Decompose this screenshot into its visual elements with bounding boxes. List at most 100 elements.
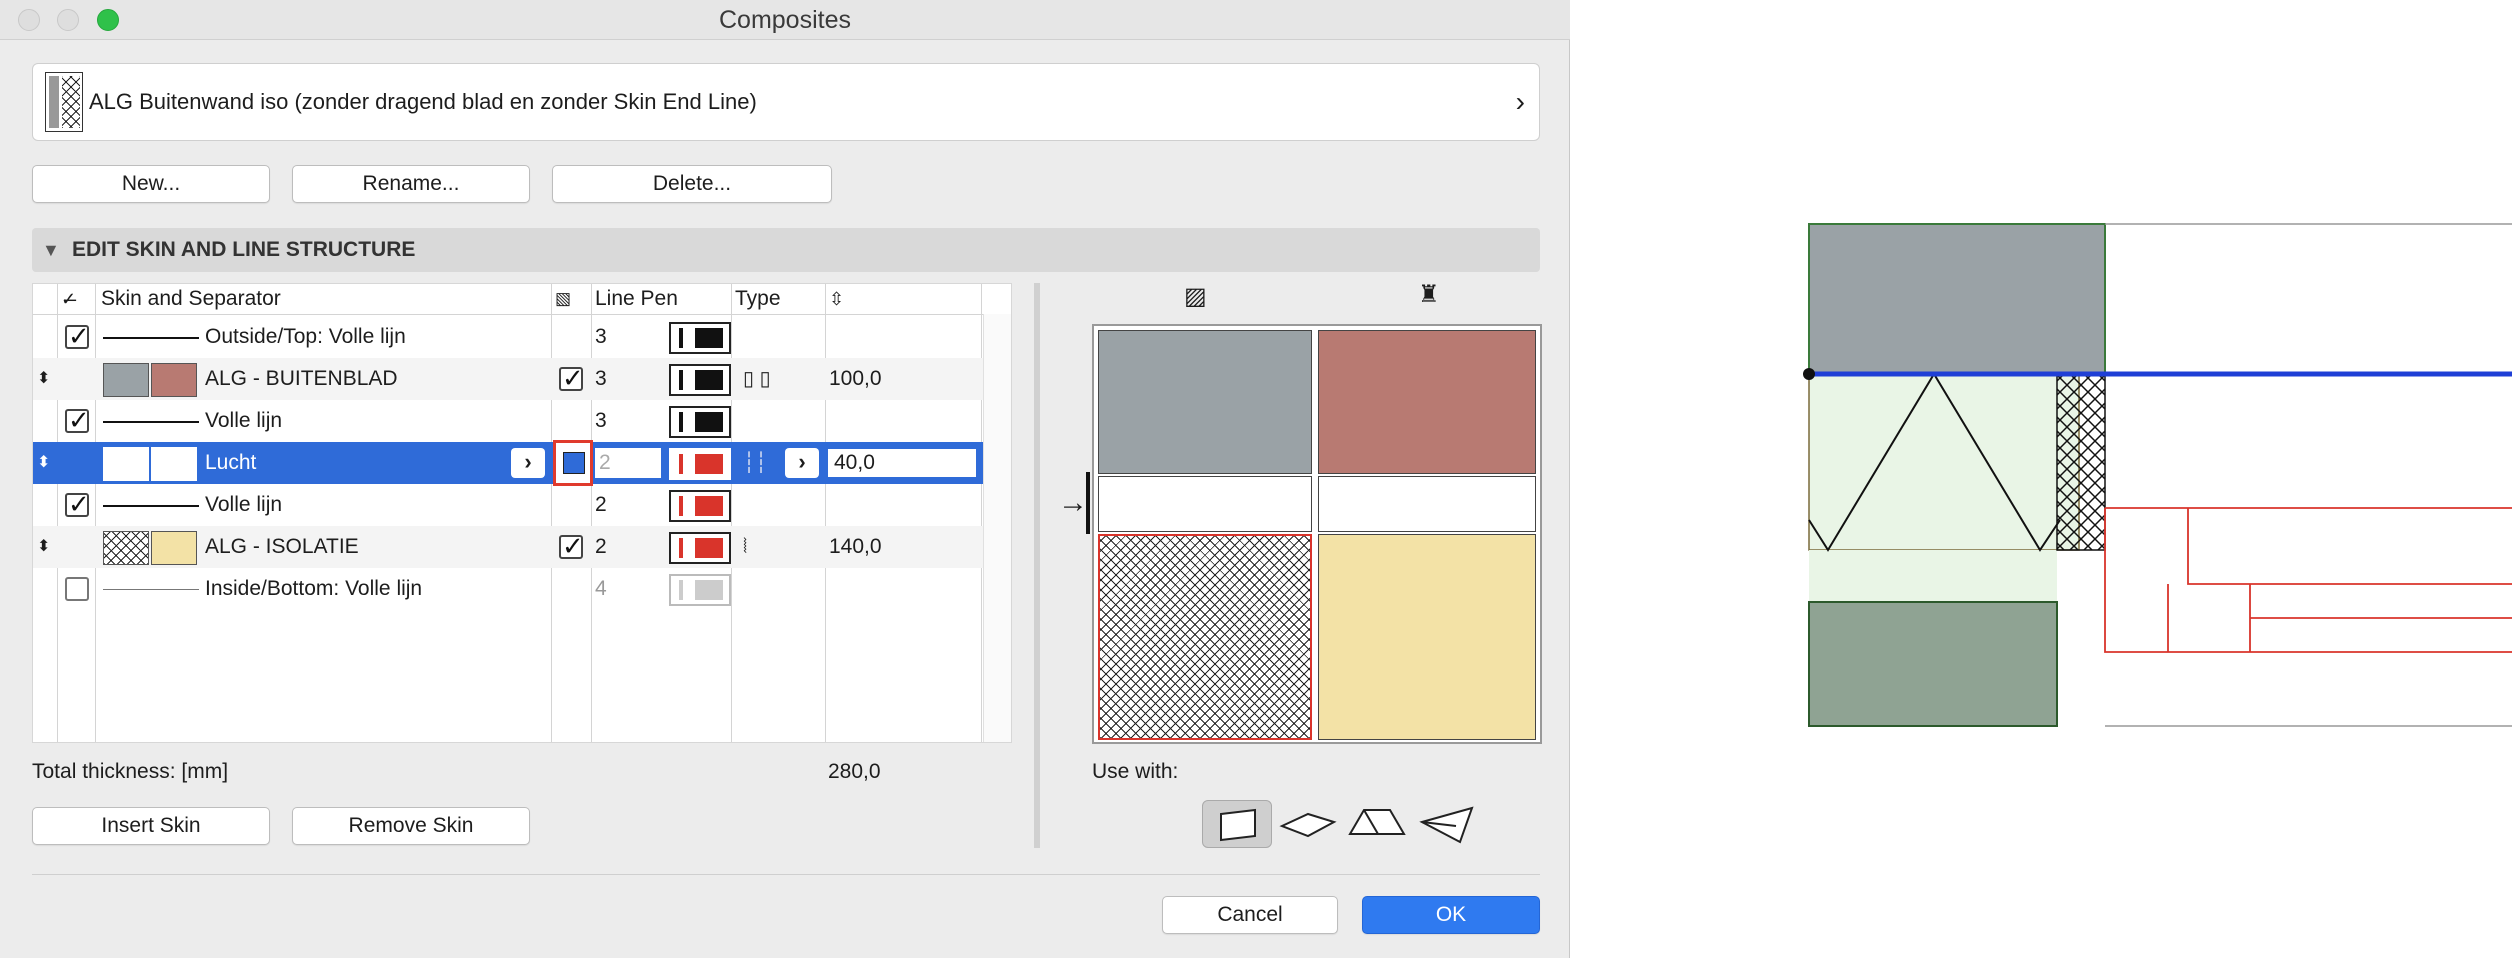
drawing-window-frame	[2104, 507, 2512, 653]
composites-dialog: Composites ALG Buitenwand iso (zonder dr…	[0, 0, 1570, 958]
row-visibility-checkbox[interactable]	[65, 405, 90, 436]
table-row[interactable]: Volle lijn 3	[33, 400, 1011, 442]
arrow-right-icon: →	[1058, 486, 1088, 519]
fill-swatch[interactable]	[103, 531, 149, 565]
table-scrollbar[interactable]	[983, 314, 1011, 742]
arrow-right-icon[interactable]: ›	[511, 448, 545, 478]
fill-swatch[interactable]	[151, 363, 197, 397]
composite-name: ALG Buitenwand iso (zonder dragend blad …	[89, 89, 757, 114]
preview-insulation-fill	[1318, 534, 1536, 740]
footer-divider	[32, 874, 1540, 875]
selected-skin-marker	[1086, 472, 1090, 534]
row-name: Lucht	[205, 451, 257, 474]
table-row[interactable]: ⬍ ALG - BUITENBLAD 3 ▯ ▯ 100,0	[33, 358, 1011, 400]
drawing-insulation-zone	[1808, 373, 2080, 551]
thickness-header-icon: ⇳	[829, 289, 845, 309]
pen-swatch[interactable]	[669, 574, 731, 606]
fill-swatch[interactable]	[151, 447, 197, 481]
new-button[interactable]: New...	[32, 165, 270, 203]
splitter[interactable]	[1034, 283, 1040, 848]
wall-tool-icon[interactable]	[1202, 800, 1272, 848]
total-thickness-label: Total thickness: [mm]	[32, 760, 229, 783]
row-pen: 3	[595, 325, 607, 348]
remove-skin-button[interactable]: Remove Skin	[292, 807, 530, 845]
ok-button[interactable]: OK	[1362, 896, 1540, 934]
composite-selector[interactable]: ALG Buitenwand iso (zonder dragend blad …	[32, 63, 1540, 141]
pen-swatch[interactable]	[669, 532, 731, 564]
row-visibility-checkbox[interactable]	[65, 489, 90, 520]
paint-brush-icon[interactable]: ♜	[1418, 280, 1440, 309]
row-visibility-checkbox[interactable]	[65, 321, 90, 352]
row-name: ALG - BUITENBLAD	[205, 367, 398, 390]
row-pen: 3	[595, 367, 607, 390]
row-contour-checkbox[interactable]	[559, 363, 584, 394]
line-type-icon[interactable]: ⦚	[743, 526, 747, 568]
row-name: ALG - ISOLATIE	[205, 535, 359, 558]
slab-tool-icon[interactable]	[1272, 800, 1342, 848]
row-name: Volle lijn	[205, 409, 283, 432]
section-header[interactable]: ▼ EDIT SKIN AND LINE STRUCTURE	[32, 228, 1540, 272]
row-name: Inside/Bottom: Volle lijn	[205, 577, 423, 600]
check-all-icon[interactable]: ✓̶	[61, 284, 76, 314]
structure-preview	[1092, 324, 1542, 744]
line-type-icon[interactable]: ┆┆	[743, 442, 767, 484]
pen-swatch[interactable]	[669, 406, 731, 438]
preview-insulation-hatch	[1098, 534, 1312, 740]
double-arrow-icon[interactable]: ⬍	[37, 358, 50, 400]
preview-air-skin	[1098, 476, 1312, 532]
header-contour-icon: ▧	[555, 289, 572, 308]
row-visibility-checkbox[interactable]	[65, 577, 89, 601]
drawing-canvas[interactable]	[1570, 0, 2512, 958]
preview-brick-skin	[1318, 330, 1536, 474]
hatch-pattern-icon[interactable]: ▨	[1184, 282, 1207, 311]
header-type: Type	[735, 287, 781, 310]
row-thickness: 140,0	[829, 535, 882, 558]
skin-table: ✓̶ Skin and Separator ▧ Line Pen Type ⇳ …	[32, 283, 1012, 743]
thickness-input[interactable]: 40,0	[827, 448, 977, 478]
contour-toggle[interactable]	[553, 440, 593, 486]
roof-tool-icon[interactable]	[1342, 800, 1412, 848]
table-header: ✓̶ Skin and Separator ▧ Line Pen Type ⇳	[33, 284, 1011, 315]
pen-swatch[interactable]	[669, 322, 731, 354]
drawing-reference-point[interactable]	[1803, 368, 1815, 380]
arrow-right-icon[interactable]: ›	[785, 448, 819, 478]
table-row[interactable]: ⬍ ALG - ISOLATIE 2 ⦚ 140,0	[33, 526, 1011, 568]
pen-swatch[interactable]	[669, 448, 731, 480]
pen-swatch[interactable]	[669, 490, 731, 522]
row-pen: 3	[595, 409, 607, 432]
drawing-bottom-block	[1808, 601, 2058, 727]
use-with-label: Use with:	[1092, 760, 1179, 783]
cancel-button[interactable]: Cancel	[1162, 896, 1338, 934]
table-row[interactable]: Inside/Bottom: Volle lijn 4	[33, 568, 1011, 610]
pen-swatch[interactable]	[669, 364, 731, 396]
total-thickness-value: 280,0	[828, 760, 881, 783]
fill-swatch[interactable]	[151, 531, 197, 565]
double-arrow-icon[interactable]: ⬍	[37, 442, 50, 484]
table-row-selected[interactable]: ⬍ Lucht › 2 ┆┆ › 40,0	[33, 440, 1011, 486]
rename-button[interactable]: Rename...	[292, 165, 530, 203]
fill-swatch[interactable]	[103, 447, 149, 481]
preview-air-skin	[1318, 476, 1536, 532]
chevron-right-icon: ›	[1515, 86, 1525, 117]
double-arrow-icon[interactable]: ⬍	[37, 526, 50, 568]
header-line-pen: Line Pen	[595, 287, 678, 310]
delete-button[interactable]: Delete...	[552, 165, 832, 203]
line-type-icon[interactable]: ▯ ▯	[743, 358, 771, 400]
header-skin-separator: Skin and Separator	[101, 287, 281, 310]
shell-tool-icon[interactable]	[1412, 800, 1482, 848]
drawing-cross-hatch	[2056, 373, 2106, 551]
table-row[interactable]: Outside/Top: Volle lijn 3	[33, 316, 1011, 358]
row-contour-checkbox[interactable]	[559, 531, 584, 562]
fill-swatch[interactable]	[103, 363, 149, 397]
row-pen: 4	[595, 577, 607, 600]
table-row[interactable]: Volle lijn 2	[33, 484, 1011, 526]
section-title: EDIT SKIN AND LINE STRUCTURE	[72, 238, 416, 261]
pen-input[interactable]: 2	[595, 448, 661, 478]
insert-skin-button[interactable]: Insert Skin	[32, 807, 270, 845]
disclosure-triangle-icon: ▼	[42, 240, 60, 260]
row-pen: 2	[595, 493, 607, 516]
row-name: Outside/Top: Volle lijn	[205, 325, 406, 348]
preview-gray-skin	[1098, 330, 1312, 474]
row-name: Volle lijn	[205, 493, 283, 516]
window-title: Composites	[719, 6, 851, 34]
